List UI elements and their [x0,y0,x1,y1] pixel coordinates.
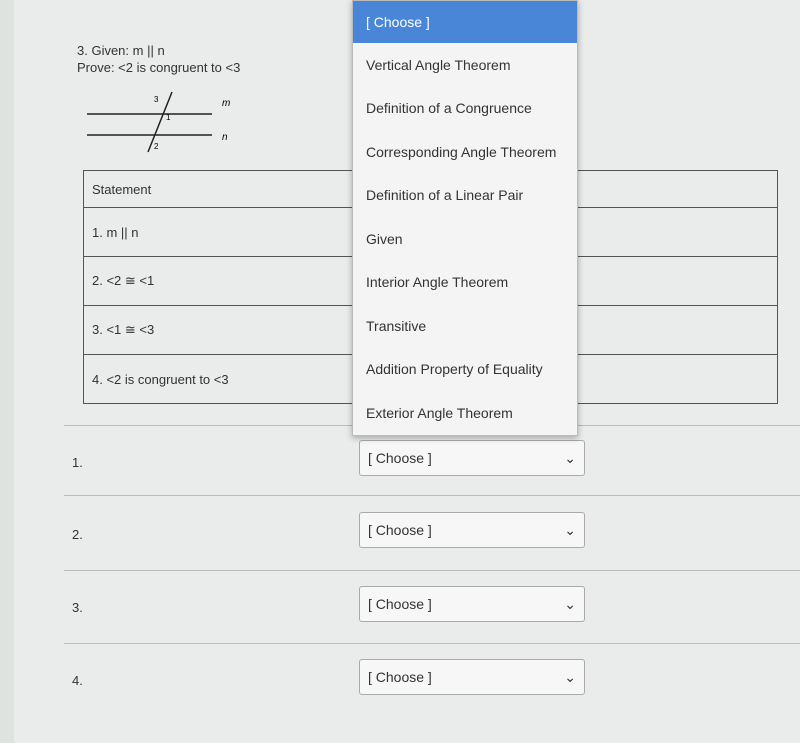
menu-option[interactable]: Addition Property of Equality [353,348,577,392]
svg-text:n: n [222,132,228,143]
select-value: [ Choose ] [368,450,432,466]
svg-text:3: 3 [154,95,159,104]
answer-number: 4. [72,673,83,688]
answer-select-3[interactable]: [ Choose ] ⌄ [359,586,585,622]
prove-text: Prove: <2 is congruent to <3 [77,60,241,75]
menu-option[interactable]: Interior Angle Theorem [353,261,577,305]
chevron-down-icon: ⌄ [564,668,576,685]
menu-option[interactable]: Transitive [353,304,577,348]
answer-number: 1. [72,455,83,470]
divider [64,643,800,644]
select-value: [ Choose ] [368,522,432,538]
menu-option[interactable]: Corresponding Angle Theorem [353,130,577,174]
answer-select-4[interactable]: [ Choose ] ⌄ [359,659,585,695]
menu-option[interactable]: Vertical Angle Theorem [353,43,577,87]
chevron-down-icon: ⌄ [564,521,576,538]
answer-number: 2. [72,527,83,542]
answer-number: 3. [72,600,83,615]
answer-select-1[interactable]: [ Choose ] ⌄ [359,440,585,476]
menu-option[interactable]: Definition of a Congruence [353,87,577,131]
chevron-down-icon: ⌄ [564,449,576,466]
svg-text:1: 1 [166,113,171,122]
answer-select-2[interactable]: [ Choose ] ⌄ [359,512,585,548]
menu-option[interactable]: Given [353,217,577,261]
select-value: [ Choose ] [368,669,432,685]
menu-option-choose[interactable]: [ Choose ] [353,1,577,43]
menu-option[interactable]: Definition of a Linear Pair [353,174,577,218]
question-text: 3. Given: m || n Prove: <2 is congruent … [77,42,240,76]
chevron-down-icon: ⌄ [564,595,576,612]
given-text: 3. Given: m || n [77,43,165,58]
svg-text:2: 2 [154,142,159,151]
dropdown-menu: [ Choose ] Vertical Angle Theorem Defini… [352,0,578,436]
select-value: [ Choose ] [368,596,432,612]
parallel-lines-diagram: 3 1 2 m n [87,91,230,153]
svg-text:m: m [222,98,230,109]
divider [64,495,800,496]
menu-option[interactable]: Exterior Angle Theorem [353,391,577,435]
divider [64,570,800,571]
